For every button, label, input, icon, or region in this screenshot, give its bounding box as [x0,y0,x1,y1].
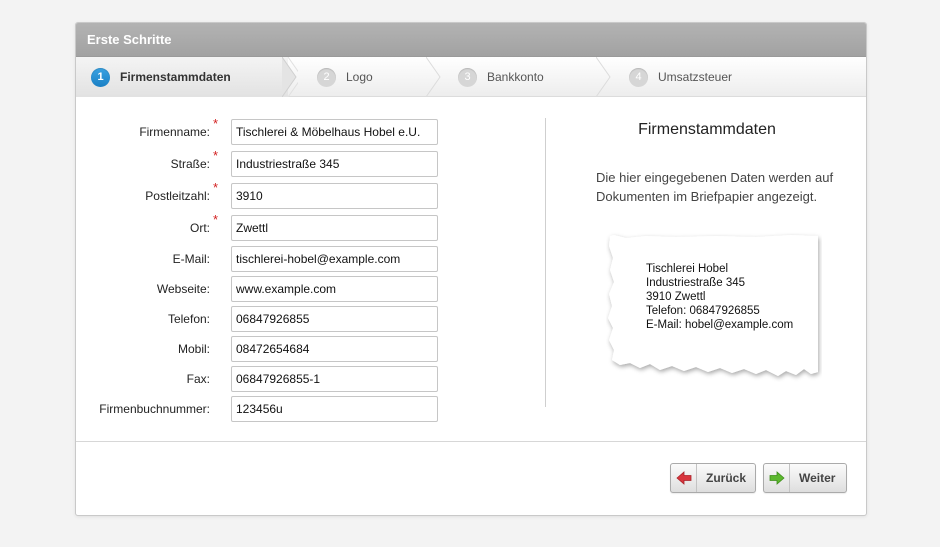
info-text: Die hier eingegebenen Daten werden auf D… [596,170,834,204]
email-input[interactable] [231,246,438,272]
field-row-webseite: Webseite: [76,276,438,302]
field-label: Mobil: [177,342,210,356]
postleitzahl-input[interactable] [231,183,438,209]
field-row-firmenbuchnummer: Firmenbuchnummer: [76,396,438,422]
step-number: 1 [91,67,110,87]
step-separator [426,57,441,97]
strasse-input[interactable] [231,151,438,177]
step-number: 3 [458,67,477,87]
field-label: Telefon: [167,312,210,326]
telefon-input[interactable] [231,306,438,332]
field-row-email: E-Mail: [76,246,438,272]
field-label: Firmenname: [139,125,210,139]
preview-line: 3910 Zwettl [646,291,706,303]
preview-line: E-Mail: hobel@example.com [646,319,794,331]
field-label: Firmenbuchnummer: [99,402,210,416]
mobil-input[interactable] [231,336,438,362]
firmenbuchnummer-input[interactable] [231,396,438,422]
step-label: Bankkonto [487,70,544,84]
vertical-divider [545,118,546,407]
step-label: Logo [346,70,373,84]
back-button-label: Zurück [706,471,747,485]
step-logo[interactable]: 2 Logo [317,57,373,97]
step-separator [596,57,611,97]
preview-line: Tischlerei Hobel [646,263,729,275]
field-row-firmenname: Firmenname: * [76,116,438,145]
field-row-telefon: Telefon: [76,306,438,332]
fax-input[interactable] [231,366,438,392]
field-label: Webseite: [156,282,210,296]
step-bankkonto[interactable]: 3 Bankkonto [458,57,544,97]
required-marker: * [212,148,218,163]
footer-divider [76,441,866,442]
field-row-strasse: Straße: * [76,148,438,177]
field-label: Fax: [186,372,210,386]
arrow-left-icon [671,464,697,492]
info-title: Firmenstammdaten [638,121,776,138]
step-number: 2 [317,67,336,87]
webseite-input[interactable] [231,276,438,302]
field-label: Straße: [170,157,210,171]
field-row-ort: Ort: * [76,212,438,241]
required-marker: * [212,212,218,227]
field-row-fax: Fax: [76,366,438,392]
step-umsatzsteuer[interactable]: 4 Umsatzsteuer [629,57,732,97]
next-button[interactable]: Weiter [763,463,847,493]
setup-wizard-dialog: Erste Schritte 1 Firmenstammdaten 2 Logo… [75,22,867,516]
step-firmenstammdaten[interactable]: 1 Firmenstammdaten [91,57,231,97]
next-button-label: Weiter [799,471,836,485]
step-label: Firmenstammdaten [120,70,231,84]
letterhead-address: Tischlerei Hobel Industriestraße 345 391… [646,262,793,332]
required-marker: * [212,116,218,131]
ort-input[interactable] [231,215,438,241]
firmenname-input[interactable] [231,119,438,145]
preview-line: Telefon: 06847926855 [646,305,760,317]
required-marker: * [212,180,218,195]
dialog-title: Erste Schritte [76,23,866,57]
preview-line: Industriestraße 345 [646,277,746,289]
step-number: 4 [629,67,648,87]
back-button[interactable]: Zurück [670,463,756,493]
field-label: E-Mail: [172,252,210,266]
step-separator [282,57,298,97]
arrow-right-icon [764,464,790,492]
field-label: Postleitzahl: [145,189,210,203]
letterhead-preview: Tischlerei Hobel Industriestraße 345 391… [606,232,822,382]
field-row-postleitzahl: Postleitzahl: * [76,180,438,209]
field-label: Ort: [190,221,210,235]
step-label: Umsatzsteuer [658,70,733,84]
wizard-steps: 1 Firmenstammdaten 2 Logo 3 Bankkonto 4 … [76,57,866,97]
field-row-mobil: Mobil: [76,336,438,362]
